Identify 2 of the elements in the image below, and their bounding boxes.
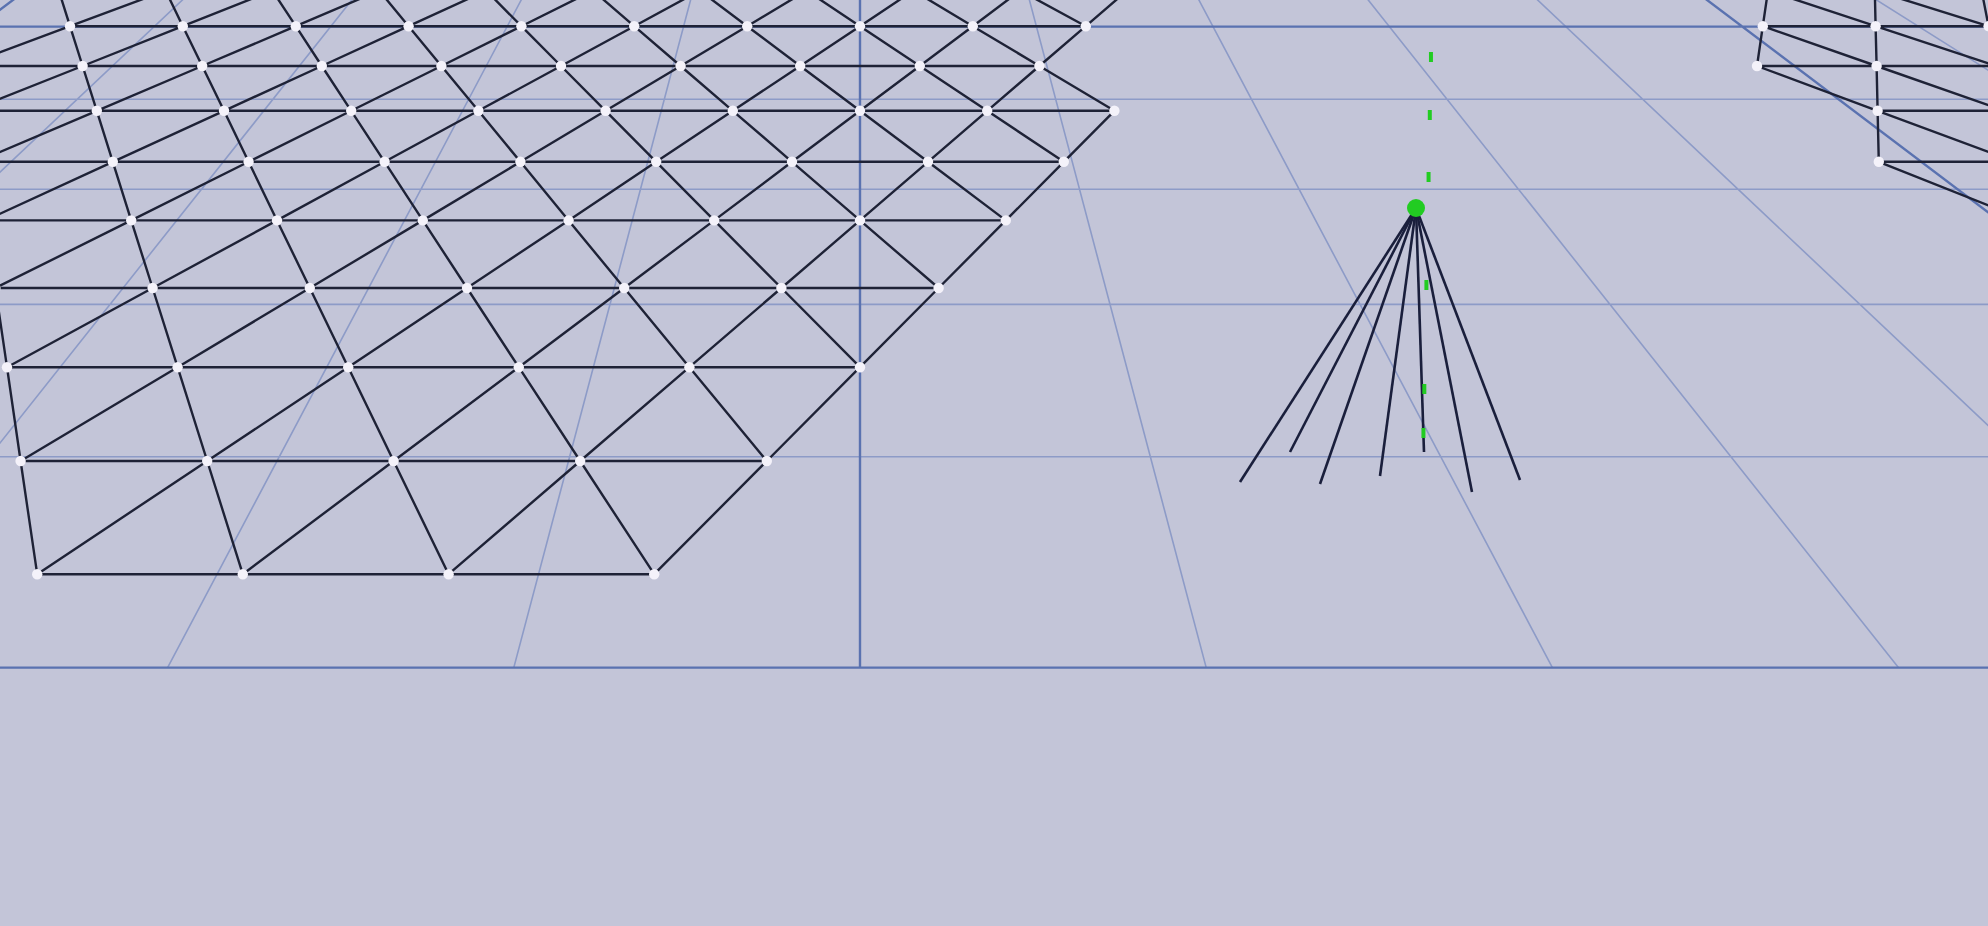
pinned-vertex-drawing[interactable] (1238, 52, 1522, 493)
3d-viewport[interactable] (0, 0, 1988, 926)
